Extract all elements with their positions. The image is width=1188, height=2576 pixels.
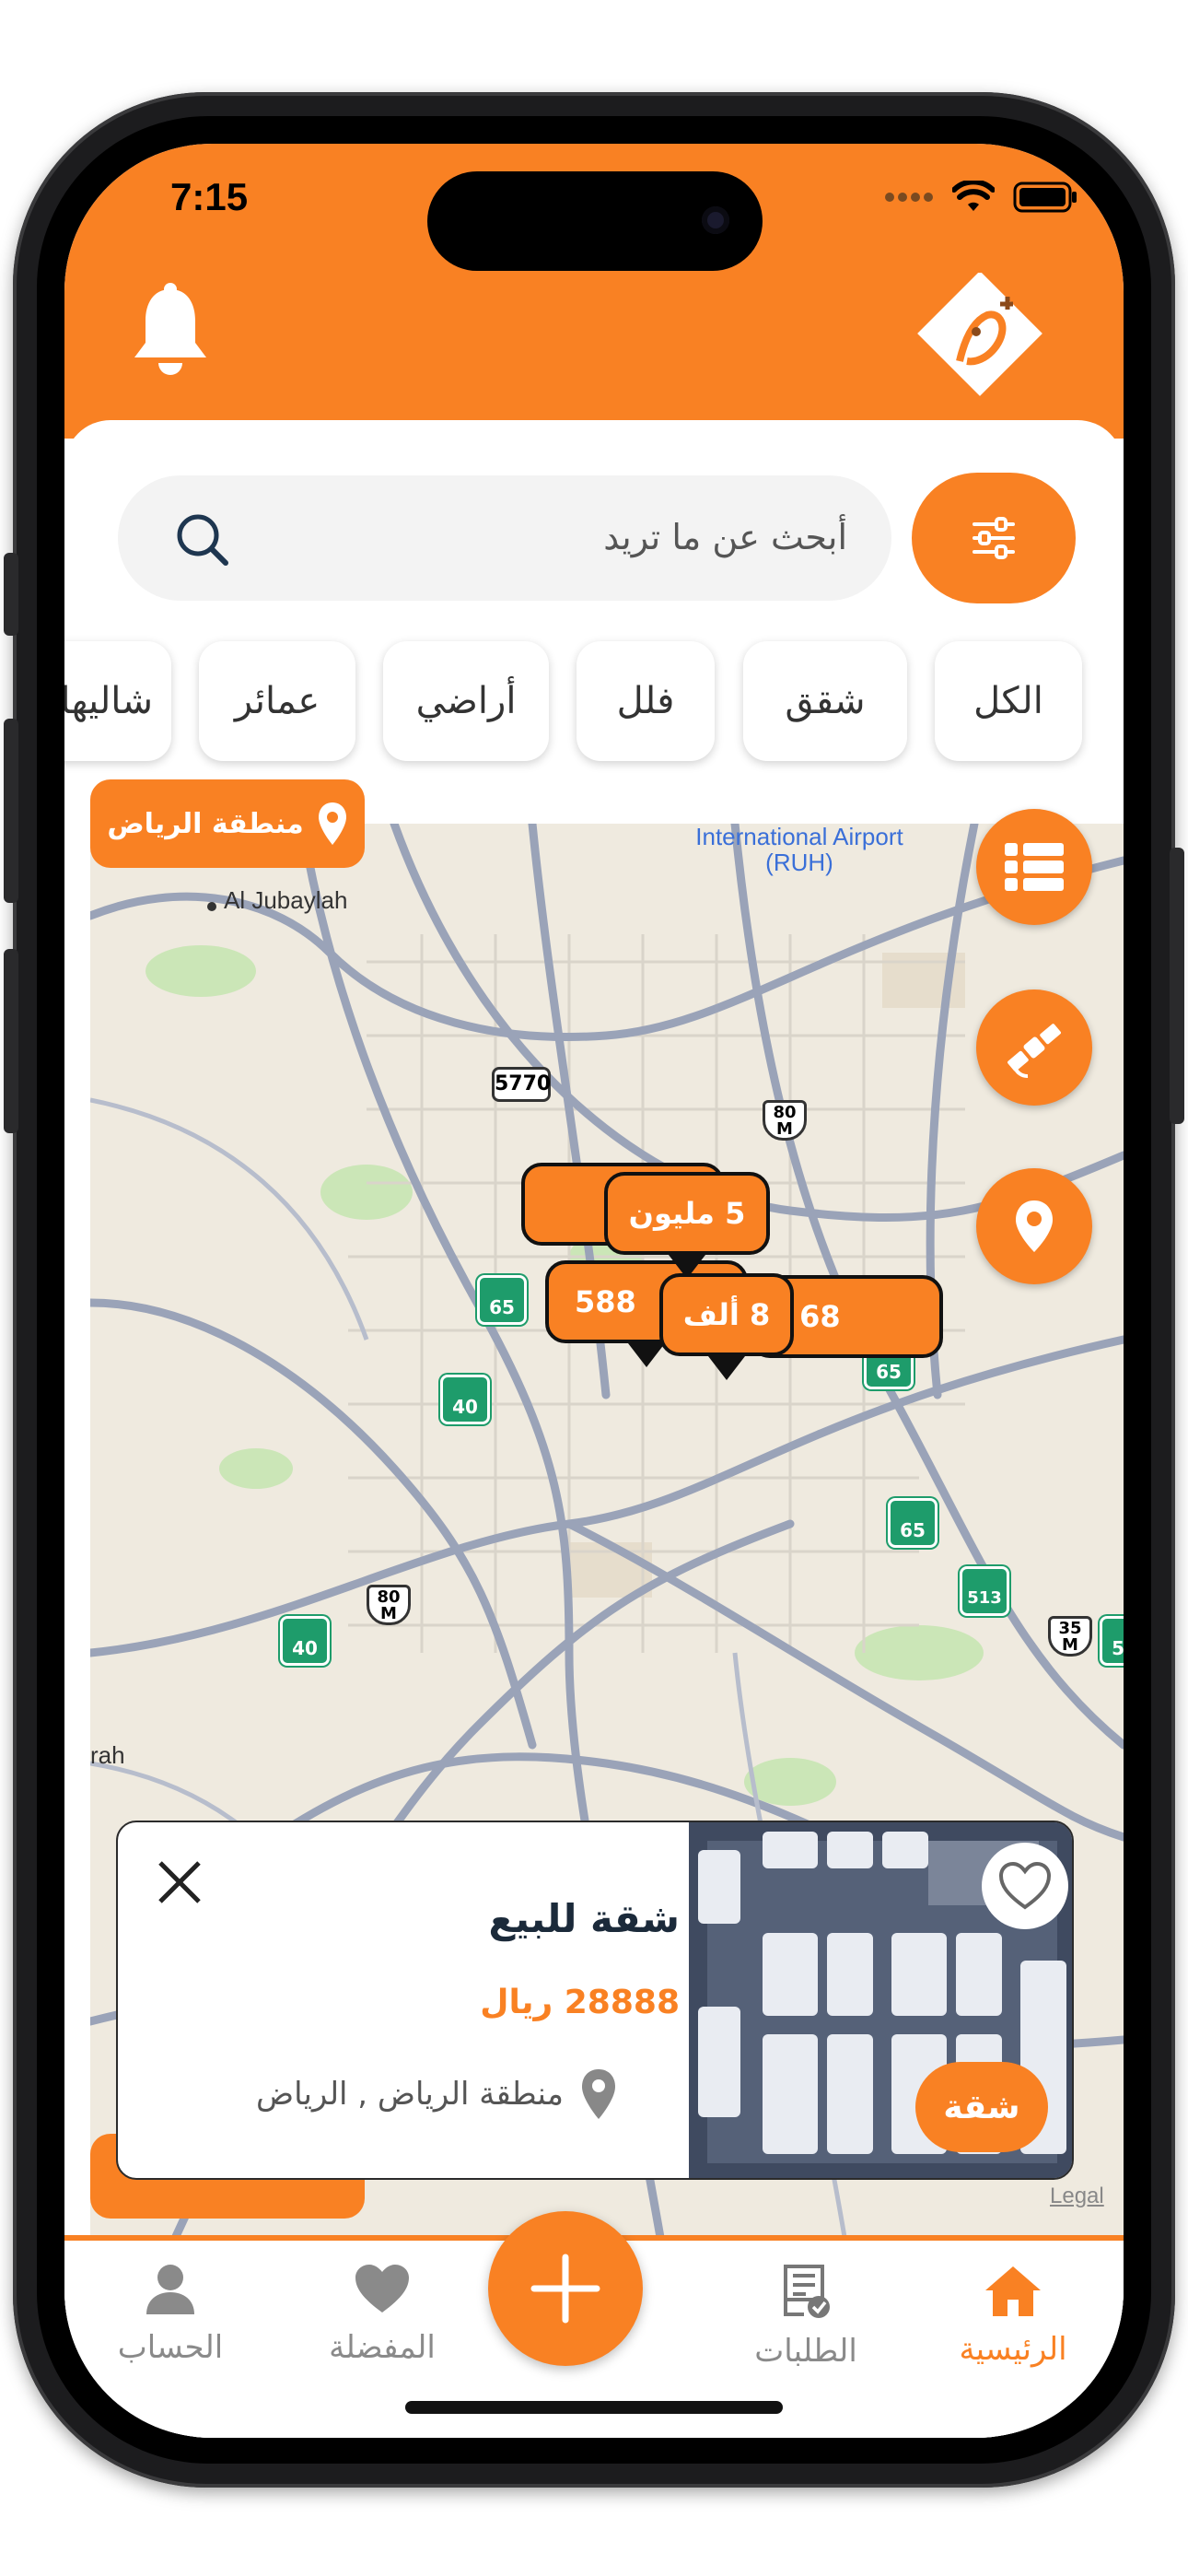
tab-orders[interactable]: الطلبات bbox=[714, 2263, 898, 2401]
road-shield: 513 bbox=[960, 1566, 1009, 1616]
road-shield: 80 M bbox=[367, 1585, 411, 1625]
listing-title: شقة للبيع bbox=[488, 1896, 680, 1941]
add-listing-button[interactable] bbox=[488, 2211, 643, 2366]
home-indicator bbox=[405, 2401, 783, 2414]
sliders-icon bbox=[973, 517, 1015, 559]
price-pin[interactable]: 8 ألف bbox=[659, 1273, 794, 1380]
tab-home[interactable]: الرئيسية bbox=[921, 2263, 1105, 2401]
front-camera bbox=[702, 206, 729, 234]
tab-favorites[interactable]: المفضلة bbox=[290, 2263, 474, 2401]
price-pin-label: 8 ألف bbox=[659, 1273, 794, 1356]
map-label-edge: rah bbox=[90, 1741, 125, 1769]
home-icon bbox=[985, 2266, 1041, 2316]
satellite-view-button[interactable] bbox=[976, 989, 1092, 1106]
filter-button[interactable] bbox=[912, 473, 1076, 603]
heart-icon bbox=[355, 2265, 409, 2313]
category-chip-chalets[interactable]: شاليهات bbox=[64, 641, 171, 761]
road-shield: 40 bbox=[440, 1375, 490, 1424]
list-icon bbox=[1005, 843, 1064, 891]
listing-price: 28888 ريال bbox=[480, 1984, 680, 2021]
road-shield: 80 M bbox=[763, 1100, 807, 1141]
orders-icon bbox=[784, 2265, 830, 2318]
map-legal-link[interactable]: Legal bbox=[1050, 2184, 1104, 2209]
satellite-icon bbox=[1007, 1024, 1061, 1078]
category-chip-all[interactable]: الكل bbox=[935, 641, 1082, 761]
listing-location-text: منطقة الرياض , الرياض bbox=[256, 2076, 565, 2113]
road-shield: 35 M bbox=[1048, 1616, 1092, 1657]
favorite-button[interactable] bbox=[982, 1843, 1068, 1929]
list-view-button[interactable] bbox=[976, 809, 1092, 925]
listing-location: منطقة الرياض , الرياض bbox=[256, 2062, 689, 2126]
plus-icon bbox=[530, 2254, 600, 2324]
price-pin-label: 5 مليون bbox=[604, 1172, 770, 1255]
signal-icon bbox=[885, 193, 933, 202]
search-icon[interactable] bbox=[170, 508, 235, 572]
wifi-icon bbox=[952, 181, 995, 211]
map-label-town: Al Jubaylah bbox=[224, 886, 348, 914]
region-filter-chip[interactable]: منطقة الرياض bbox=[90, 779, 365, 868]
road-shield: 65 bbox=[888, 1498, 938, 1548]
my-location-button[interactable] bbox=[976, 1168, 1092, 1284]
notification-bell-icon[interactable] bbox=[129, 282, 212, 383]
road-shield: 51 bbox=[1100, 1616, 1124, 1666]
app-logo bbox=[917, 273, 1042, 396]
pin-tail bbox=[708, 1356, 745, 1380]
volume-up-button bbox=[4, 719, 18, 903]
price-pin[interactable]: 5 مليون bbox=[604, 1172, 770, 1279]
search-input[interactable]: أبحث عن ما تريد bbox=[295, 505, 847, 569]
road-shield: 5770 bbox=[492, 1067, 551, 1102]
battery-icon bbox=[1013, 181, 1077, 213]
tab-favorites-label: المفضلة bbox=[329, 2329, 436, 2366]
category-chip-apartments[interactable]: شقق bbox=[743, 641, 907, 761]
app-screen: 7:15 أبحث عن ما تريد الكل شقق فلل أراضي … bbox=[64, 144, 1124, 2438]
category-chip-lands[interactable]: أراضي bbox=[383, 641, 549, 761]
volume-down-button bbox=[4, 949, 18, 1133]
category-chip-buildings[interactable]: عمائر bbox=[199, 641, 355, 761]
status-time: 7:15 bbox=[170, 175, 249, 218]
road-shield: 65 bbox=[477, 1275, 527, 1325]
location-pin-icon bbox=[1016, 1200, 1053, 1252]
close-icon[interactable] bbox=[147, 1850, 212, 1914]
tab-home-label: الرئيسية bbox=[959, 2331, 1067, 2368]
status-icons bbox=[884, 181, 1077, 214]
heart-outline-icon bbox=[998, 1861, 1052, 1910]
tab-orders-label: الطلبات bbox=[754, 2333, 857, 2370]
map-label-airport: International Airport (RUH) bbox=[695, 824, 903, 876]
listing-type-badge: شقة bbox=[915, 2062, 1048, 2152]
region-chip-label: منطقة الرياض bbox=[107, 807, 304, 840]
user-icon bbox=[146, 2265, 194, 2314]
mute-switch bbox=[4, 553, 18, 636]
tab-account[interactable]: الحساب bbox=[78, 2263, 262, 2401]
road-shield: 40 bbox=[280, 1616, 330, 1666]
power-button bbox=[1170, 848, 1184, 1124]
category-chip-villas[interactable]: فلل bbox=[577, 641, 715, 761]
location-pin-icon bbox=[582, 2069, 616, 2119]
tab-account-label: الحساب bbox=[117, 2329, 224, 2366]
location-pin-icon bbox=[318, 802, 346, 845]
